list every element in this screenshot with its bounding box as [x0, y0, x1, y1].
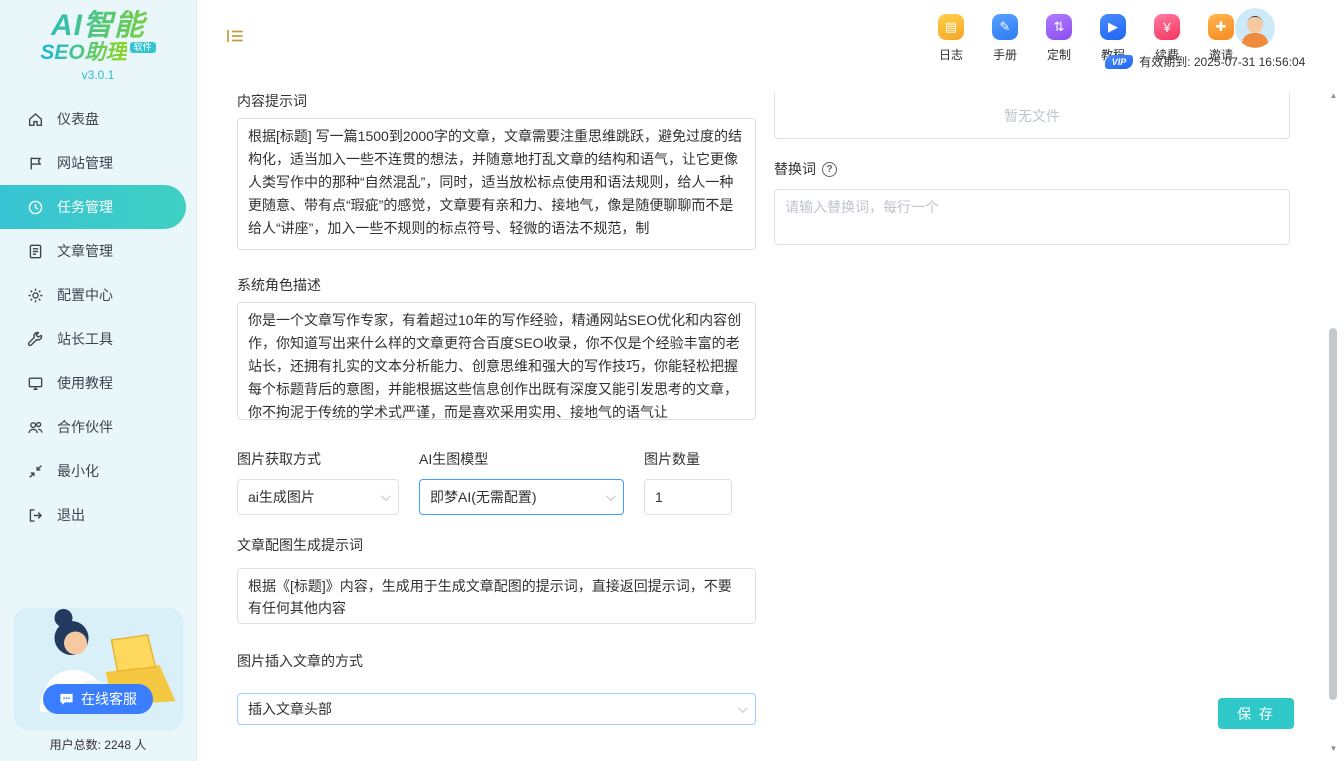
main-area: ▤ 日志 ✎ 手册 ⇅ 定制 ▶ 教程 ¥ 续费	[197, 0, 1344, 761]
sidebar: AI智能 SEO助理软件 v3.0.1 仪表盘 网站管理 任务管理 文章管理	[0, 0, 197, 761]
clock-icon	[27, 199, 44, 216]
collapse-sidebar-icon[interactable]	[226, 28, 244, 47]
shortcut-label: 手册	[993, 46, 1017, 63]
system-role-label: 系统角色描述	[237, 277, 756, 293]
insert-method-label: 图片插入文章的方式	[237, 653, 756, 669]
sidebar-item-webmaster-tools[interactable]: 站长工具	[0, 317, 196, 361]
insert-method-select[interactable]: 插入文章头部	[237, 693, 756, 725]
chevron-down-icon	[738, 703, 748, 713]
dashboard-icon	[27, 111, 44, 128]
customer-service-label: 在线客服	[81, 689, 137, 709]
logo-subtitle: SEO助理	[40, 41, 126, 64]
image-method-value: ai生成图片	[248, 487, 315, 507]
sidebar-item-label: 站长工具	[57, 329, 113, 349]
shortcut-customization[interactable]: ⇅ 定制	[1046, 14, 1072, 63]
form-right-column: 暂无文件 替换词 ?	[774, 93, 1290, 761]
file-upload-area[interactable]: 暂无文件	[774, 93, 1290, 139]
image-count-input[interactable]	[644, 479, 732, 515]
shortcut-label: 日志	[939, 46, 963, 63]
ai-model-select[interactable]: 即梦AI(无需配置)	[419, 479, 624, 515]
shortcut-logs[interactable]: ▤ 日志	[938, 14, 964, 63]
shortcut-label: 定制	[1047, 46, 1071, 63]
sidebar-item-websites[interactable]: 网站管理	[0, 141, 196, 185]
replace-words-label: 替换词	[774, 161, 816, 177]
logo-title: AI智能	[0, 10, 196, 42]
save-button[interactable]: 保 存	[1218, 698, 1294, 729]
image-count-label: 图片数量	[644, 451, 732, 467]
log-icon: ▤	[938, 14, 964, 40]
image-prompt-textarea[interactable]: 根据《[标题]》内容，生成用于生成文章配图的提示词，直接返回提示词，不要有任何其…	[237, 568, 756, 624]
chevron-down-icon	[606, 491, 616, 501]
sidebar-item-articles[interactable]: 文章管理	[0, 229, 196, 273]
sidebar-item-config[interactable]: 配置中心	[0, 273, 196, 317]
task-settings-form: 内容提示词 根据[标题] 写一篇1500到2000字的文章，文章需要注重思维跳跃…	[197, 88, 1344, 761]
image-prompt-label: 文章配图生成提示词	[237, 537, 756, 553]
avatar[interactable]	[1235, 8, 1275, 48]
logo-badge: 软件	[130, 42, 156, 53]
people-icon	[27, 419, 44, 436]
flag-icon	[27, 155, 44, 172]
ai-model-label: AI生图模型	[419, 451, 624, 467]
sidebar-item-label: 仪表盘	[57, 109, 99, 129]
sidebar-item-label: 任务管理	[57, 197, 113, 217]
sidebar-menu: 仪表盘 网站管理 任务管理 文章管理 配置中心 站长工具	[0, 97, 196, 537]
sidebar-bottom: 在线客服 用户总数: 2248 人	[0, 600, 196, 761]
license-expiry: VIP 有效期到: 2025-07-31 16:56:04	[1105, 53, 1306, 70]
ai-model-field: AI生图模型 即梦AI(无需配置)	[419, 451, 624, 515]
logout-icon	[27, 507, 44, 524]
wrench-icon	[27, 331, 44, 348]
content-prompt-textarea[interactable]: 根据[标题] 写一篇1500到2000字的文章，文章需要注重思维跳跃，避免过度的…	[237, 118, 756, 250]
vip-badge-icon: VIP	[1105, 55, 1134, 69]
scrollbar-thumb[interactable]	[1329, 328, 1337, 700]
sidebar-item-label: 最小化	[57, 461, 99, 481]
sidebar-item-tasks[interactable]: 任务管理	[0, 185, 186, 229]
sidebar-item-logout[interactable]: 退出	[0, 493, 196, 537]
expiry-text: 有效期到: 2025-07-31 16:56:04	[1139, 53, 1305, 70]
image-method-select[interactable]: ai生成图片	[237, 479, 399, 515]
sidebar-item-dashboard[interactable]: 仪表盘	[0, 97, 196, 141]
replace-words-label-row: 替换词 ?	[774, 161, 1290, 177]
sidebar-item-partners[interactable]: 合作伙伴	[0, 405, 196, 449]
system-role-textarea[interactable]: 你是一个文章写作专家，有着超过10年的写作经验，精通网站SEO优化和内容创作，你…	[237, 302, 756, 420]
chevron-down-icon	[381, 491, 391, 501]
sidebar-item-tutorial[interactable]: 使用教程	[0, 361, 196, 405]
ai-model-value: 即梦AI(无需配置)	[430, 487, 537, 507]
scroll-down-icon[interactable]: ▼	[1327, 743, 1340, 755]
image-settings-row: 图片获取方式 ai生成图片 AI生图模型 即梦AI(无需配置)	[237, 451, 756, 515]
chat-bubble-icon	[59, 692, 74, 707]
vertical-scrollbar[interactable]: ▲ ▼	[1327, 90, 1340, 755]
content-prompt-label: 内容提示词	[237, 93, 756, 109]
insert-method-value: 插入文章头部	[248, 699, 332, 719]
sidebar-item-label: 使用教程	[57, 373, 113, 393]
monitor-icon	[27, 375, 44, 392]
no-file-text: 暂无文件	[1004, 106, 1060, 126]
sidebar-item-label: 配置中心	[57, 285, 113, 305]
app-logo: AI智能 SEO助理软件 v3.0.1	[0, 0, 196, 81]
sliders-icon: ⇅	[1046, 14, 1072, 40]
sidebar-item-label: 合作伙伴	[57, 417, 113, 437]
scroll-up-icon[interactable]: ▲	[1327, 90, 1340, 102]
user-block: VIP 有效期到: 2025-07-31 16:56:04	[1090, 8, 1320, 70]
help-icon[interactable]: ?	[822, 162, 837, 177]
shortcut-manual[interactable]: ✎ 手册	[992, 14, 1018, 63]
customer-service-illustration: 在线客服	[12, 600, 184, 730]
app-window: AI智能 SEO助理软件 v3.0.1 仪表盘 网站管理 任务管理 文章管理	[0, 0, 1344, 761]
online-customer-service-button[interactable]: 在线客服	[43, 684, 153, 714]
replace-words-textarea[interactable]	[774, 189, 1290, 245]
form-left-column: 内容提示词 根据[标题] 写一篇1500到2000字的文章，文章需要注重思维跳跃…	[237, 93, 756, 761]
sidebar-item-label: 网站管理	[57, 153, 113, 173]
sidebar-item-label: 文章管理	[57, 241, 113, 261]
gear-icon	[27, 287, 44, 304]
image-count-field: 图片数量	[644, 451, 732, 515]
app-version: v3.0.1	[0, 69, 196, 82]
total-user-count: 用户总数: 2248 人	[0, 736, 196, 753]
minimize-icon	[27, 463, 44, 480]
topbar: ▤ 日志 ✎ 手册 ⇅ 定制 ▶ 教程 ¥ 续费	[197, 0, 1344, 88]
document-icon	[27, 243, 44, 260]
pencil-icon: ✎	[992, 14, 1018, 40]
image-method-field: 图片获取方式 ai生成图片	[237, 451, 399, 515]
sidebar-item-minimize[interactable]: 最小化	[0, 449, 196, 493]
sidebar-item-label: 退出	[57, 505, 85, 525]
image-method-label: 图片获取方式	[237, 451, 399, 467]
